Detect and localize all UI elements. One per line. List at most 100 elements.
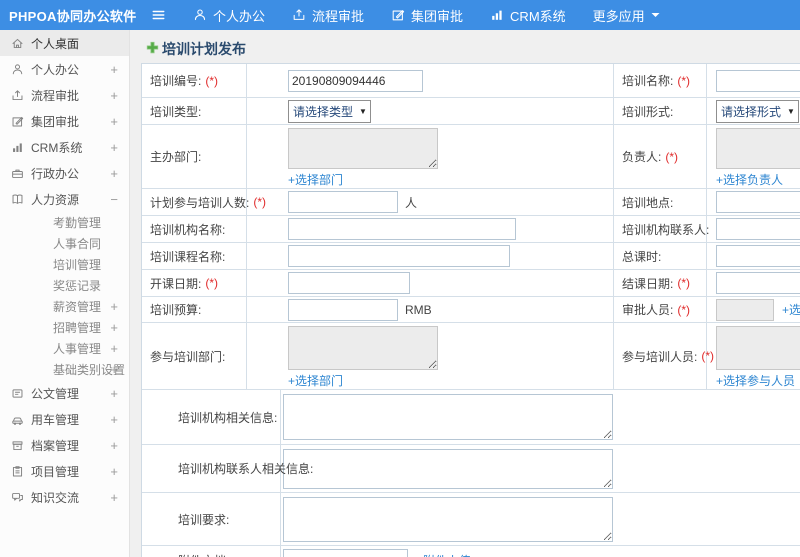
- nav-more-apps[interactable]: 更多应用: [593, 6, 660, 25]
- org-contact-info-textarea[interactable]: [283, 448, 613, 489]
- total-hours-input[interactable]: [716, 245, 800, 267]
- sidebar-item-project[interactable]: 项目管理 +: [0, 458, 129, 484]
- org-contact-input[interactable]: [716, 218, 800, 240]
- nav-label: 集团审批: [411, 8, 464, 24]
- form-row: 主办部门: +选择部门 负责人: (*) +选择负责人: [142, 125, 800, 189]
- caret-down-icon: ▼: [359, 106, 367, 116]
- label-cell: 培训机构联系人相关信息:: [142, 445, 313, 492]
- select-dept-link[interactable]: +选择部门: [288, 171, 343, 188]
- start-date-input[interactable]: [288, 272, 410, 294]
- host-dept-box[interactable]: [288, 128, 438, 169]
- sidebar-subitem-label: 招聘管理: [53, 321, 102, 335]
- sidebar-subitem-personnel[interactable]: 人事管理 +: [0, 338, 129, 359]
- select-leader-link[interactable]: +选择负责人: [716, 171, 783, 188]
- sidebar-item-workflow-approval[interactable]: 流程审批 +: [0, 82, 129, 108]
- select-dept-link[interactable]: +选择部门: [288, 372, 343, 389]
- training-form-select[interactable]: 请选择形式 ▼: [716, 99, 799, 123]
- sidebar-item-vehicle[interactable]: 用车管理 +: [0, 406, 129, 432]
- car-icon: [11, 413, 24, 426]
- required-mark: (*): [677, 73, 691, 88]
- edit-icon: [11, 115, 24, 128]
- page-title: 培训计划发布: [146, 39, 246, 59]
- sidebar-item-desktop[interactable]: 个人桌面: [0, 30, 129, 56]
- sidebar-subitem-recruitment[interactable]: 招聘管理 +: [0, 317, 129, 338]
- sidebar-subitem-salary[interactable]: 薪资管理 +: [0, 296, 129, 317]
- requirement-label: 培训要求:: [178, 512, 230, 527]
- sidebar-subitem-training[interactable]: 培训管理: [0, 254, 129, 275]
- sidebar-subitem-attendance[interactable]: 考勤管理: [0, 212, 129, 233]
- training-no-input[interactable]: [288, 69, 423, 92]
- sidebar-item-label: 集团审批: [31, 114, 80, 129]
- nav-label: 个人办公: [213, 8, 266, 24]
- nav-label: CRM系统: [510, 8, 566, 24]
- sidebar-item-document[interactable]: 公文管理 +: [0, 380, 129, 406]
- label-cell: 开课日期: (*): [142, 270, 247, 296]
- field-cell: [281, 493, 800, 545]
- label-cell: 培训编号: (*): [142, 64, 247, 97]
- sidebar-item-personal-office[interactable]: 个人办公 +: [0, 56, 129, 82]
- org-info-textarea[interactable]: [283, 394, 613, 440]
- sidebar-item-group-approval[interactable]: 集团审批 +: [0, 108, 129, 134]
- training-name-input[interactable]: [716, 69, 800, 92]
- field-cell: +选择参与人员: [707, 323, 800, 389]
- bar-chart-icon: [490, 8, 504, 22]
- nav-workflow-approval[interactable]: 流程审批: [292, 6, 364, 25]
- org-name-input[interactable]: [288, 218, 516, 240]
- hamburger-icon[interactable]: [151, 8, 166, 22]
- planned-count-input[interactable]: [288, 191, 398, 213]
- nav-crm[interactable]: CRM系统: [490, 6, 566, 25]
- expand-indicator: +: [110, 362, 118, 377]
- location-input[interactable]: [716, 191, 800, 213]
- end-date-input[interactable]: [716, 272, 800, 294]
- join-dept-box[interactable]: [288, 326, 438, 370]
- chat-icon: [11, 491, 24, 504]
- expand-indicator: +: [110, 165, 118, 181]
- edit-icon: [391, 8, 405, 22]
- label-cell: 总课时:: [614, 243, 707, 269]
- sidebar-subitem-base-category[interactable]: 基础类别设置 +: [0, 359, 129, 380]
- select-approver-link[interactable]: +选择审批人员: [782, 301, 800, 318]
- sidebar-item-admin-office[interactable]: 行政办公 +: [0, 160, 129, 186]
- attachment-upload-link[interactable]: +附件上传: [416, 552, 471, 557]
- nav-personal-office[interactable]: 个人办公: [193, 6, 265, 25]
- requirement-textarea[interactable]: [283, 496, 613, 542]
- sidebar-item-label: 知识交流: [31, 490, 80, 505]
- sidebar-subitem-hr-contract[interactable]: 人事合同: [0, 233, 129, 254]
- sidebar-subitem-label: 奖惩记录: [53, 279, 102, 293]
- label-cell: 培训机构相关信息:: [142, 390, 281, 444]
- sidebar-item-label: 行政办公: [31, 166, 80, 181]
- briefcase-icon: [11, 167, 24, 180]
- label-cell: 培训形式:: [614, 98, 707, 124]
- sidebar-subitem-rewards[interactable]: 奖惩记录: [0, 275, 129, 296]
- sidebar-item-knowledge[interactable]: 知识交流 +: [0, 484, 129, 510]
- select-join-staff-link[interactable]: +选择参与人员: [716, 372, 795, 389]
- sidebar-item-hr[interactable]: 人力资源 −: [0, 186, 129, 212]
- start-date-label: 开课日期:: [150, 276, 202, 291]
- archive-icon: [11, 439, 24, 452]
- course-name-input[interactable]: [288, 245, 510, 267]
- form-row: 开课日期: (*) 结课日期: (*): [142, 270, 800, 297]
- attachment-input[interactable]: [283, 549, 408, 557]
- course-name-label: 培训课程名称:: [150, 249, 226, 264]
- nav-label: 更多应用: [592, 8, 645, 24]
- label-cell: 培训类型:: [142, 98, 247, 124]
- leader-box[interactable]: [716, 128, 800, 169]
- org-contact-info-label: 培训机构联系人相关信息:: [178, 462, 314, 476]
- field-cell: +选择负责人: [707, 125, 800, 188]
- field-cell: 请选择类型 ▼: [247, 98, 614, 124]
- expand-indicator: +: [110, 341, 118, 356]
- sidebar-item-archive[interactable]: 档案管理 +: [0, 432, 129, 458]
- expand-indicator: +: [110, 411, 118, 427]
- topbar-nav: 个人办公 流程审批 集团审批 CRM系统 更多应用: [166, 6, 660, 25]
- topbar: PHPOA协同办公软件 个人办公 流程审批 集团审批 CRM系统 更多应用: [0, 0, 800, 30]
- field-cell: [707, 189, 800, 215]
- nav-group-approval[interactable]: 集团审批: [391, 6, 463, 25]
- field-cell: [281, 390, 800, 444]
- approver-box[interactable]: [716, 298, 774, 321]
- form-row: 培训课程名称: 总课时:: [142, 243, 800, 270]
- training-type-select[interactable]: 请选择类型 ▼: [288, 99, 371, 123]
- join-staff-box[interactable]: [716, 326, 800, 370]
- budget-input[interactable]: [288, 298, 398, 321]
- sidebar-item-crm[interactable]: CRM系统 +: [0, 134, 129, 160]
- share-icon: [11, 89, 24, 102]
